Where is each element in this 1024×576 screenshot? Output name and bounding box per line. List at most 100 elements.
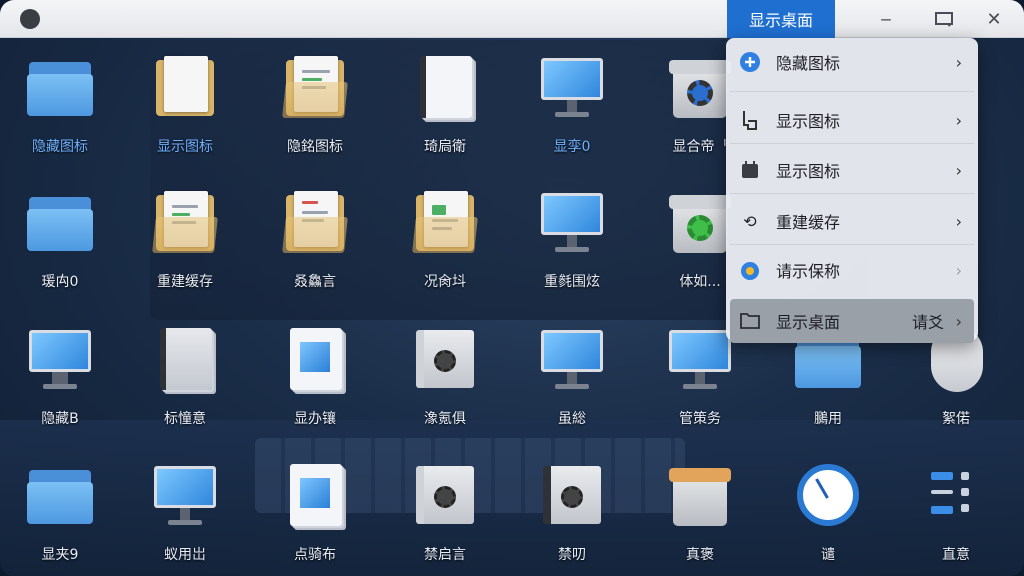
folder-icon: [280, 187, 350, 257]
menu-item-extra: 请爻: [911, 313, 944, 332]
item-label: 真褒: [686, 547, 714, 563]
menu-item-show-icons[interactable]: 显示图标 ›: [730, 98, 974, 142]
desktop-item[interactable]: 显孪0: [512, 40, 632, 170]
item-label: 显办镶: [294, 411, 336, 427]
desktop-item[interactable]: 琦扃衛: [385, 40, 505, 170]
folder-icon: [150, 52, 220, 122]
menu-item-label: 显示桌面: [776, 313, 841, 332]
cursor-icon: [738, 108, 762, 132]
settings-box-icon: [665, 52, 735, 122]
monitor-icon: [25, 324, 95, 394]
desktop-item[interactable]: 禁启言: [385, 448, 505, 576]
tab-label: 显示桌面: [748, 11, 813, 30]
document-icon: [410, 52, 480, 122]
item-label: 显合帝ᅵ: [672, 139, 728, 155]
item-label: 禁叨: [558, 547, 586, 563]
item-label: 显夹9: [41, 547, 79, 563]
menu-divider: [730, 143, 974, 144]
item-label: 隐銘图标: [287, 139, 343, 155]
item-label: 鵩用: [814, 411, 842, 427]
restore-icon[interactable]: [930, 6, 958, 32]
monitor-icon: [150, 460, 220, 530]
desktop-item[interactable]: 隐藏B: [0, 312, 120, 442]
item-label: 瑗禸0: [41, 274, 79, 290]
monitor-icon: [537, 187, 607, 257]
desktop-item[interactable]: 况肏㘰: [385, 175, 505, 305]
window-control-icon[interactable]: [20, 9, 40, 29]
desktop-item[interactable]: 重毵围炫: [512, 175, 632, 305]
desktop-item[interactable]: 禁叨: [512, 448, 632, 576]
document-icon: [150, 324, 220, 394]
monitor-icon: [537, 52, 607, 122]
desktop-item[interactable]: 隐銘图标: [255, 40, 375, 170]
clock-icon: [793, 460, 863, 530]
minimize-icon[interactable]: ‒: [872, 6, 900, 32]
app-window: 显示桌面 ‒ ✕ 隐藏图标 显示图标 隐銘图标 琦扃衛 显孪0 显合帝ᅵ 瑗禸0…: [0, 0, 1024, 576]
item-label: 重毵围炫: [544, 274, 600, 290]
item-label: 重建缓存: [157, 274, 213, 290]
chevron-right-icon: ›: [955, 211, 962, 231]
menu-item-label: 重建缓存: [776, 213, 841, 232]
item-label: 况肏㘰: [424, 274, 466, 290]
desktop-icon: [738, 309, 762, 333]
chevron-right-icon: ›: [955, 160, 962, 180]
desktop-item[interactable]: 显办镶: [255, 312, 375, 442]
item-label: 蚁用岀: [164, 547, 206, 563]
context-menu: 隐藏图标 › 显示图标 › 显示图标 › ⟲ 重建缓存 › 请示保称 › 显示桌…: [726, 38, 978, 343]
desktop-item[interactable]: 点骑布: [255, 448, 375, 576]
desktop-item[interactable]: 蚁用岀: [125, 448, 245, 576]
desktop-item[interactable]: 虽総: [512, 312, 632, 442]
chevron-right-icon: ›: [955, 52, 962, 72]
desktop-item[interactable]: 潒氪俱: [385, 312, 505, 442]
tab-show-desktop[interactable]: 显示桌面: [727, 0, 835, 38]
settings-binder-icon: [410, 460, 480, 530]
title-bar: 显示桌面 ‒ ✕: [0, 0, 1024, 38]
folder-icon: [410, 187, 480, 257]
close-icon[interactable]: ✕: [980, 6, 1008, 32]
menu-item-rebuild-cache[interactable]: ⟲ 重建缓存 ›: [730, 199, 974, 243]
desktop-item[interactable]: 直意: [896, 448, 1016, 576]
item-label: 体如...: [679, 274, 721, 290]
chevron-right-icon: ›: [955, 311, 962, 331]
desktop-item[interactable]: 标憧意: [125, 312, 245, 442]
chevron-right-icon: ›: [955, 260, 962, 280]
menu-item-request-save[interactable]: 请示保称 ›: [730, 248, 974, 292]
folder-icon: [150, 187, 220, 257]
desktop-item[interactable]: 瑗禸0: [0, 175, 120, 305]
menu-item-label: 显示图标: [776, 162, 841, 181]
item-label: 谴: [821, 547, 835, 563]
archive-box-icon: [665, 460, 735, 530]
folder-icon: [25, 52, 95, 122]
info-badge-icon: [738, 258, 762, 282]
menu-item-show-desktop[interactable]: 显示桌面 请爻 ›: [730, 299, 974, 343]
calendar-icon: [738, 158, 762, 182]
document-icon: [280, 460, 350, 530]
folder-icon: [280, 52, 350, 122]
item-label: 隐藏B: [41, 411, 79, 427]
monitor-icon: [537, 324, 607, 394]
menu-item-show-icons-2[interactable]: 显示图标 ›: [730, 148, 974, 192]
menu-item-label: 请示保称: [776, 262, 841, 281]
settings-binder-icon: [410, 324, 480, 394]
item-label: 禁启言: [424, 547, 466, 563]
item-label: 显孪0: [553, 139, 591, 155]
desktop-item[interactable]: 重建缓存: [125, 175, 245, 305]
menu-item-hide-icons[interactable]: 隐藏图标 ›: [730, 40, 974, 84]
item-label: 显示图标: [157, 139, 213, 155]
desktop-item[interactable]: 显示图标: [125, 40, 245, 170]
menu-divider: [730, 91, 974, 92]
desktop-item[interactable]: 隐藏图标: [0, 40, 120, 170]
monitor-icon: [665, 324, 735, 394]
folder-icon: [25, 187, 95, 257]
menu-item-label: 隐藏图标: [776, 54, 841, 73]
plus-circle-icon: [738, 50, 762, 74]
item-label: 隐藏图标: [32, 139, 88, 155]
desktop-item[interactable]: 谴: [768, 448, 888, 576]
item-label: 潒氪俱: [424, 411, 466, 427]
chevron-right-icon: ›: [955, 110, 962, 130]
item-label: 直意: [942, 547, 970, 563]
menu-divider: [730, 244, 974, 245]
desktop-item[interactable]: 叒鱻言: [255, 175, 375, 305]
desktop-item[interactable]: 显夹9: [0, 448, 120, 576]
desktop-item[interactable]: 真褒: [640, 448, 760, 576]
